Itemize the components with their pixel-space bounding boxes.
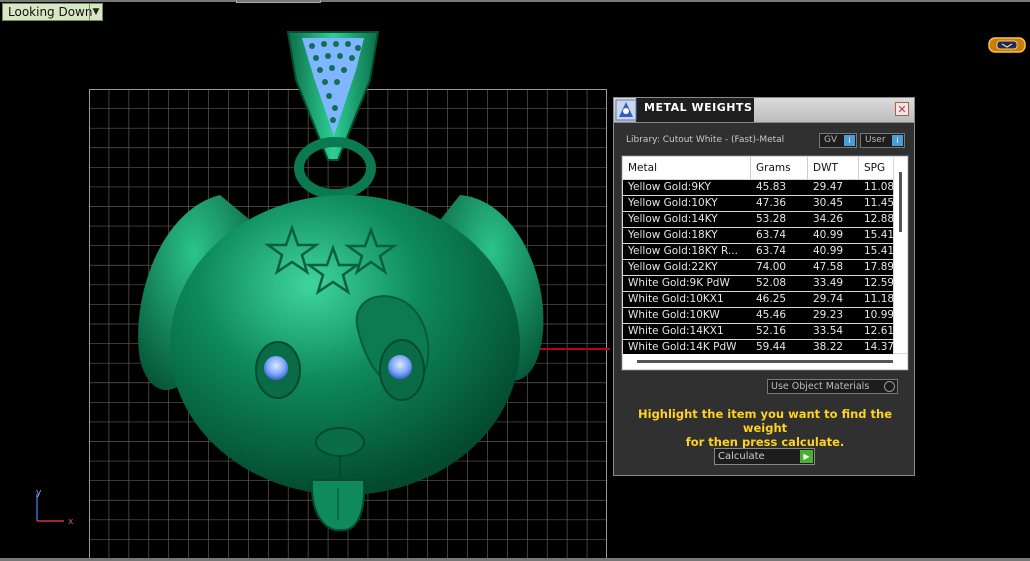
horizontal-scrollbar[interactable] — [623, 354, 907, 369]
cell-grams: 63.74 — [756, 229, 787, 241]
info-icon: i — [844, 135, 855, 146]
use-object-materials-label: Use Object Materials — [771, 381, 870, 392]
cell-metal: White Gold:10KX1 — [628, 293, 724, 305]
table-body: Yellow Gold:9KY 45.83 29.47 11.08 Yellow Gol… — [623, 180, 893, 356]
view-selector-label: Looking Down — [8, 5, 93, 19]
cell-grams: 45.83 — [756, 181, 787, 193]
column-header-spg[interactable]: SPG — [859, 157, 893, 179]
cell-grams: 45.46 — [756, 309, 787, 321]
cell-grams: 52.08 — [756, 277, 787, 289]
cell-spg: 11.18 — [864, 293, 893, 305]
table-row[interactable]: Yellow Gold:10KY 47.36 30.45 11.45 — [623, 196, 893, 211]
cell-metal: Yellow Gold:18KY — [628, 229, 718, 241]
cell-grams: 46.25 — [756, 293, 787, 305]
cell-metal: Yellow Gold:10KY — [628, 197, 718, 209]
cell-metal: Yellow Gold:22KY — [628, 261, 718, 273]
column-header-metal[interactable]: Metal — [623, 157, 751, 179]
table-header: Metal Grams DWT SPG — [623, 157, 893, 179]
cell-grams: 59.44 — [756, 341, 787, 353]
calculate-button[interactable]: Calculate ▶ — [714, 448, 815, 465]
metal-weights-dialog: METAL WEIGHTS ✕ Library: Cutout White - … — [613, 97, 915, 476]
app-logo-icon — [988, 37, 1026, 53]
cell-dwt: 34.26 — [813, 213, 844, 225]
close-icon[interactable]: ✕ — [895, 102, 909, 116]
column-header-grams[interactable]: Grams — [751, 157, 808, 179]
cell-spg: 14.37 — [864, 341, 893, 353]
cell-dwt: 29.47 — [813, 181, 844, 193]
table-row[interactable]: Yellow Gold:14KY 53.28 34.26 12.88 — [623, 212, 893, 227]
scrollbar-thumb[interactable] — [637, 360, 893, 363]
cell-spg: 15.41 — [864, 229, 893, 241]
cell-spg: 11.08 — [864, 181, 893, 193]
cell-metal: Yellow Gold:9KY — [628, 181, 711, 193]
cell-dwt: 47.58 — [813, 261, 844, 273]
info-icon: i — [892, 135, 903, 146]
cell-spg: 12.61 — [864, 325, 893, 337]
table-row[interactable]: Yellow Gold:9KY 45.83 29.47 11.08 — [623, 180, 893, 195]
chevron-down-icon[interactable]: ▼ — [89, 4, 102, 20]
instruction-line-1: Highlight the item you want to find the … — [638, 407, 892, 435]
vertical-scrollbar[interactable] — [894, 157, 907, 353]
cell-dwt: 29.74 — [813, 293, 844, 305]
cell-spg: 12.88 — [864, 213, 893, 225]
table-row[interactable]: White Gold:9K PdW 52.08 33.49 12.59 — [623, 276, 893, 291]
gv-label: GV — [824, 135, 838, 145]
cell-dwt: 30.45 — [813, 197, 844, 209]
cell-metal: White Gold:9K PdW — [628, 277, 730, 289]
cell-dwt: 38.22 — [813, 341, 844, 353]
table-row[interactable]: Yellow Gold:18KY R... 63.74 40.99 15.41 — [623, 244, 893, 259]
axis-gizmo: y x — [36, 488, 74, 526]
table-row[interactable]: White Gold:14K PdW 59.44 38.22 14.37 — [623, 340, 893, 355]
cell-dwt: 29.23 — [813, 309, 844, 321]
cell-spg: 11.45 — [864, 197, 893, 209]
table-row[interactable]: Yellow Gold:18KY 63.74 40.99 15.41 — [623, 228, 893, 243]
cell-metal: White Gold:14KX1 — [628, 325, 724, 337]
cell-spg: 15.41 — [864, 245, 893, 257]
dialog-title: METAL WEIGHTS — [644, 101, 753, 114]
gv-button[interactable]: GV i — [819, 133, 857, 148]
user-button[interactable]: User i — [860, 133, 905, 148]
dialog-titlebar[interactable]: METAL WEIGHTS ✕ — [614, 98, 914, 123]
metals-table[interactable]: Metal Grams DWT SPG Yellow Gold:9KY 45.83… — [621, 155, 909, 371]
library-label: Library: Cutout White - (Fast)-Metal — [626, 135, 785, 145]
table-row[interactable]: White Gold:10KX1 46.25 29.74 11.18 — [623, 292, 893, 307]
view-selector-dropdown[interactable]: Looking Down ▼ — [2, 3, 103, 21]
table-row[interactable]: Yellow Gold:22KY 74.00 47.58 17.89 — [623, 260, 893, 275]
dog-pendant-model[interactable] — [130, 20, 560, 540]
cell-metal: White Gold:14K PdW — [628, 341, 737, 353]
cell-dwt: 33.54 — [813, 325, 844, 337]
cell-spg: 10.99 — [864, 309, 893, 321]
axis-y-label: y — [36, 488, 42, 498]
cell-grams: 47.36 — [756, 197, 787, 209]
cell-grams: 74.00 — [756, 261, 787, 273]
cell-metal: Yellow Gold:18KY R... — [628, 245, 738, 257]
radio-icon — [884, 381, 895, 392]
table-row[interactable]: White Gold:10KW 45.46 29.23 10.99 — [623, 308, 893, 323]
cell-grams: 53.28 — [756, 213, 787, 225]
user-label: User — [865, 135, 886, 145]
ruler-marker — [236, 0, 321, 3]
cell-spg: 12.59 — [864, 277, 893, 289]
instruction-line-2: for then press calculate. — [685, 435, 845, 449]
scale-icon — [615, 99, 637, 121]
axis-x-label: x — [68, 517, 74, 526]
table-row[interactable]: White Gold:14KX1 52.16 33.54 12.61 — [623, 324, 893, 339]
instruction-text: Highlight the item you want to find the … — [620, 407, 910, 449]
cell-metal: White Gold:10KW — [628, 309, 720, 321]
cell-dwt: 40.99 — [813, 245, 844, 257]
cell-grams: 52.16 — [756, 325, 787, 337]
use-object-materials-toggle[interactable]: Use Object Materials — [767, 379, 898, 394]
scrollbar-thumb[interactable] — [899, 172, 902, 232]
cell-grams: 63.74 — [756, 245, 787, 257]
cell-metal: Yellow Gold:14KY — [628, 213, 718, 225]
play-icon: ▶ — [800, 450, 813, 463]
column-header-dwt[interactable]: DWT — [808, 157, 859, 179]
top-border — [0, 0, 1030, 2]
calculate-label: Calculate — [718, 451, 765, 462]
cell-spg: 17.89 — [864, 261, 893, 273]
cell-dwt: 40.99 — [813, 229, 844, 241]
cell-dwt: 33.49 — [813, 277, 844, 289]
